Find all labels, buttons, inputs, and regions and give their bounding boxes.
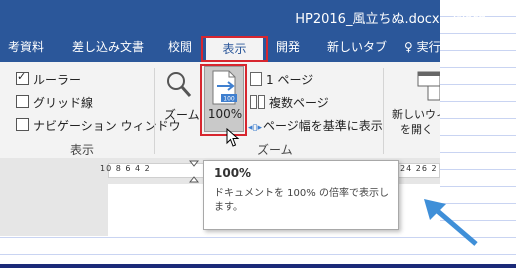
new-window-icon [417, 71, 441, 101]
group-divider [154, 68, 155, 154]
navigation-pane-label: ナビゲーション ウィンドウ [33, 119, 181, 133]
multiple-pages-button[interactable]: 複数ページ [250, 94, 329, 111]
icon-100-text: 100 [223, 96, 235, 103]
tab-tell-me[interactable]: ♀ 実行 [404, 33, 441, 62]
tooltip-body: ドキュメントを 100% の倍率で表示します。 [214, 188, 389, 213]
tab-mailings[interactable]: 差し込み文書 [72, 33, 144, 62]
ruler-label: ルーラー [33, 73, 82, 87]
gridlines-checkbox[interactable]: グリッド線 [16, 94, 93, 111]
mouse-pointer-icon [226, 127, 240, 152]
ruler-ticks-left: 10 8 6 4 2 [100, 164, 151, 173]
new-window-button[interactable] [412, 70, 441, 108]
page-width-label: ページ幅を基準に表示 [263, 119, 383, 133]
new-window-label-2: を開く [400, 123, 433, 136]
multiple-pages-label: 複数ページ [269, 96, 329, 110]
checkbox-icon [16, 118, 29, 131]
ribbon-tab-bar: 考資料 差し込み文書 校閲 表示 開発 新しいタブ ♀ 実行 [0, 33, 441, 62]
multiple-pages-icon [258, 95, 265, 109]
magnifier-icon [167, 72, 192, 97]
bottom-border [0, 264, 516, 268]
tab-references[interactable]: 考資料 [8, 33, 44, 62]
multiple-pages-icon [250, 95, 257, 109]
one-page-button[interactable]: 1 ページ [250, 71, 313, 88]
zoom-100-label: 100% [207, 107, 243, 121]
zoom-group-label: ズーム [257, 143, 293, 157]
ruler-checkbox[interactable]: ルーラー [16, 70, 82, 88]
new-window-label-1: 新しいウィ [392, 108, 440, 121]
navigation-pane-checkbox[interactable]: ナビゲーション ウィンドウ [16, 117, 181, 134]
checkbox-checked-icon [16, 70, 29, 85]
pointer-arrow-icon [420, 196, 480, 252]
tab-new[interactable]: 新しいタブ [327, 33, 387, 62]
one-page-label: 1 ページ [266, 73, 314, 87]
ruler-ticks-right: 24 26 2 [400, 164, 438, 173]
tooltip-title: 100% [214, 166, 252, 180]
window-title: HP2016_風立ちぬ.docx - Word [295, 12, 486, 27]
gridlines-label: グリッド線 [33, 96, 94, 110]
show-group-label: 表示 [70, 143, 95, 157]
tab-view[interactable]: 表示 [206, 36, 263, 62]
zoom-button[interactable] [165, 70, 193, 100]
tab-developer[interactable]: 開発 [276, 33, 300, 62]
page-zoom-100-icon: 100 [212, 70, 237, 105]
tab-review[interactable]: 校閲 [168, 33, 192, 62]
document-margin-area [0, 184, 108, 236]
page-width-button[interactable]: ◂▯▸ページ幅を基準に表示 [248, 117, 383, 134]
group-divider [383, 68, 384, 154]
one-page-icon [250, 72, 262, 86]
checkbox-icon [16, 95, 29, 108]
zoom-label: ズーム [164, 108, 200, 122]
page-width-icon: ◂▯▸ [248, 123, 262, 133]
zoom-100-button[interactable]: 100 [204, 66, 244, 132]
